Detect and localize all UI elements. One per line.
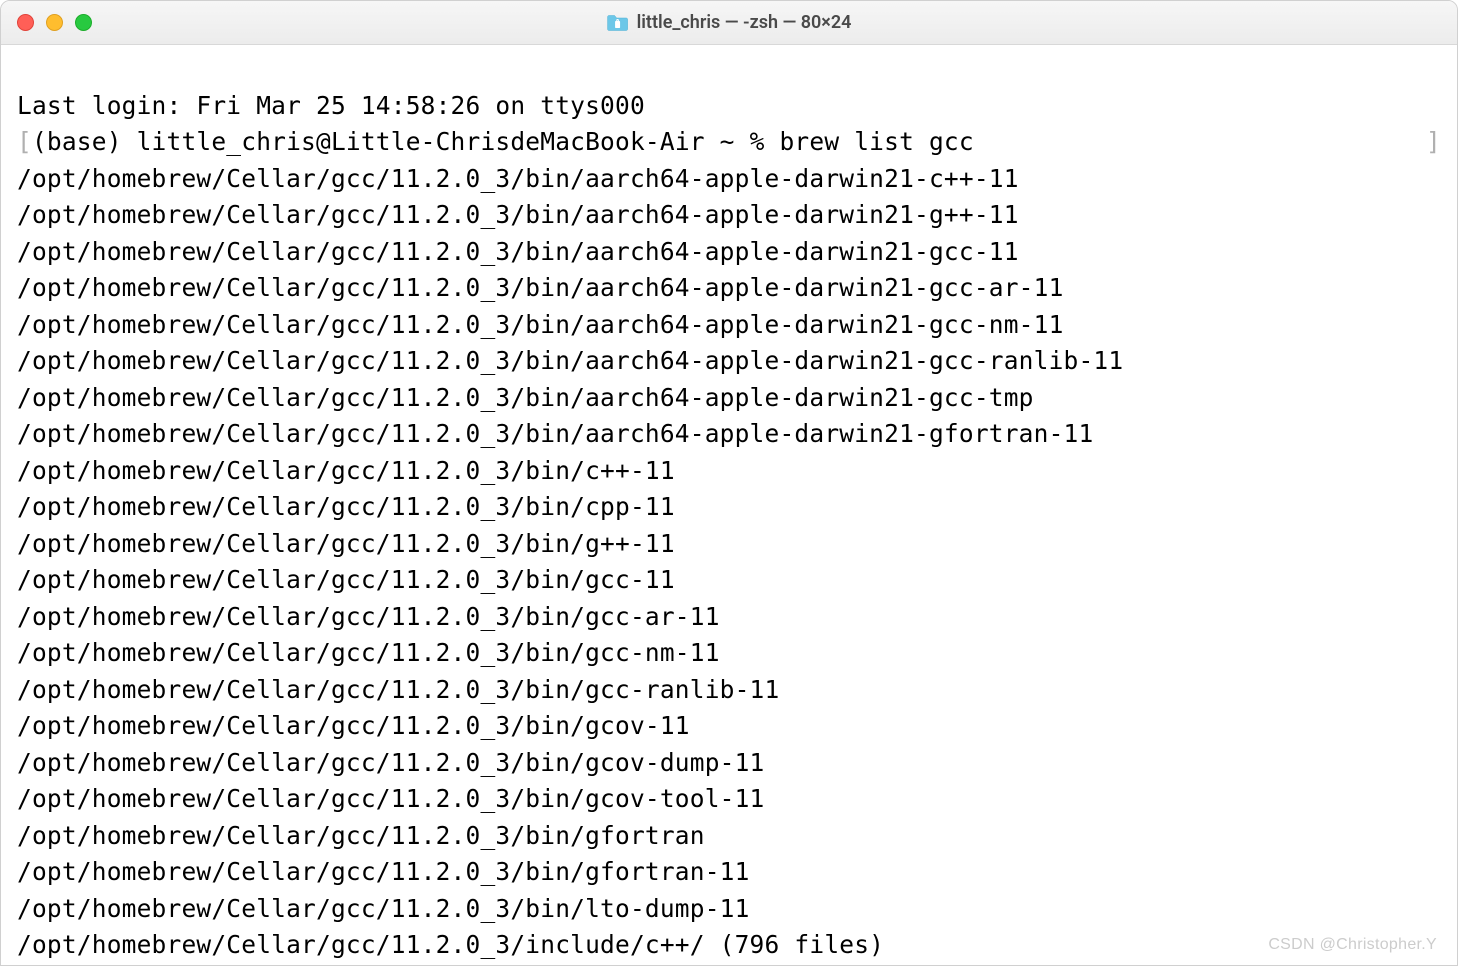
output-line: /opt/homebrew/Cellar/gcc/11.2.0_3/bin/aa… [17, 161, 1441, 198]
last-login-line: Last login: Fri Mar 25 14:58:26 on ttys0… [17, 88, 1441, 125]
terminal-body[interactable]: Last login: Fri Mar 25 14:58:26 on ttys0… [1, 45, 1457, 965]
output-line: /opt/homebrew/Cellar/gcc/11.2.0_3/bin/gf… [17, 818, 1441, 855]
titlebar[interactable]: little_chris — -zsh — 80×24 [1, 1, 1457, 45]
prompt-line: [(base) little_chris@Little-ChrisdeMacBo… [17, 124, 1441, 161]
output-line: /opt/homebrew/Cellar/gcc/11.2.0_3/bin/cp… [17, 489, 1441, 526]
window-title-container: little_chris — -zsh — 80×24 [607, 12, 852, 33]
traffic-lights [17, 14, 92, 31]
output-line: /opt/homebrew/Cellar/gcc/11.2.0_3/bin/gc… [17, 708, 1441, 745]
output-line: /opt/homebrew/Cellar/gcc/11.2.0_3/bin/lt… [17, 891, 1441, 928]
output-line: /opt/homebrew/Cellar/gcc/11.2.0_3/bin/aa… [17, 307, 1441, 344]
window-title: little_chris — -zsh — 80×24 [637, 12, 852, 33]
output-line: /opt/homebrew/Cellar/gcc/11.2.0_3/bin/gc… [17, 562, 1441, 599]
output-line: /opt/homebrew/Cellar/gcc/11.2.0_3/bin/c+… [17, 453, 1441, 490]
output-line: /opt/homebrew/Cellar/gcc/11.2.0_3/bin/aa… [17, 343, 1441, 380]
output-line: /opt/homebrew/Cellar/gcc/11.2.0_3/bin/aa… [17, 380, 1441, 417]
output-line: /opt/homebrew/Cellar/gcc/11.2.0_3/bin/aa… [17, 197, 1441, 234]
output-line: /opt/homebrew/Cellar/gcc/11.2.0_3/bin/gc… [17, 599, 1441, 636]
output-line: /opt/homebrew/Cellar/gcc/11.2.0_3/bin/aa… [17, 416, 1441, 453]
output-line: /opt/homebrew/Cellar/gcc/11.2.0_3/bin/gc… [17, 635, 1441, 672]
command-text: brew list gcc [779, 127, 973, 156]
left-bracket: [ [17, 127, 32, 156]
output-line: /opt/homebrew/Cellar/gcc/11.2.0_3/bin/gf… [17, 854, 1441, 891]
output-line: /opt/homebrew/Cellar/gcc/11.2.0_3/bin/aa… [17, 234, 1441, 271]
output-line: /opt/homebrew/Cellar/gcc/11.2.0_3/bin/gc… [17, 672, 1441, 709]
folder-icon [607, 14, 629, 32]
output-line: /opt/homebrew/Cellar/gcc/11.2.0_3/bin/gc… [17, 745, 1441, 782]
prompt-text: (base) little_chris@Little-ChrisdeMacBoo… [32, 127, 780, 156]
close-button[interactable] [17, 14, 34, 31]
output-line: /opt/homebrew/Cellar/gcc/11.2.0_3/bin/aa… [17, 270, 1441, 307]
output-line: /opt/homebrew/Cellar/gcc/11.2.0_3/bin/gc… [17, 781, 1441, 818]
maximize-button[interactable] [75, 14, 92, 31]
output-line: /opt/homebrew/Cellar/gcc/11.2.0_3/bin/g+… [17, 526, 1441, 563]
right-bracket: ] [1426, 124, 1441, 161]
minimize-button[interactable] [46, 14, 63, 31]
terminal-window: little_chris — -zsh — 80×24 Last login: … [0, 0, 1458, 966]
output-line: /opt/homebrew/Cellar/gcc/11.2.0_3/includ… [17, 927, 1441, 964]
